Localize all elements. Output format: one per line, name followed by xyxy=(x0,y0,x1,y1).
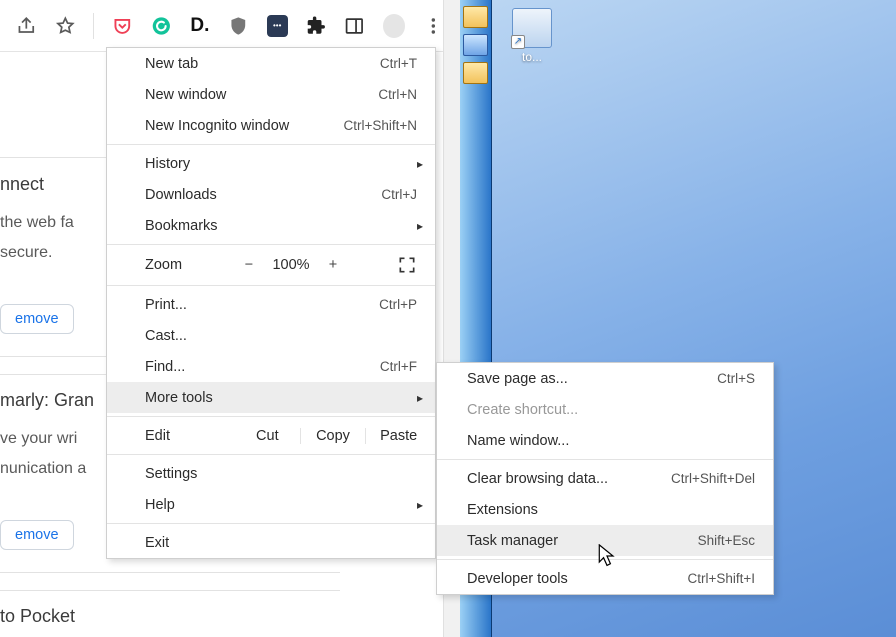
desktop-shortcut[interactable]: ↗ to... xyxy=(500,8,564,64)
card-heading: to Pocket xyxy=(0,606,75,627)
menu-separator xyxy=(437,459,773,460)
submenu-clear-browsing-data[interactable]: Clear browsing data...Ctrl+Shift+Del xyxy=(437,463,773,494)
zoom-label: Zoom xyxy=(145,257,235,273)
sidepanel-icon[interactable] xyxy=(344,15,365,37)
grammarly-icon[interactable] xyxy=(151,15,172,37)
card-heading: marly: Gran xyxy=(0,390,94,411)
menu-edit-row: Edit Cut Copy Paste xyxy=(107,420,435,451)
remove-button[interactable]: emove xyxy=(0,304,74,334)
taskbar-button[interactable] xyxy=(463,6,488,28)
menu-separator xyxy=(107,454,435,455)
card-text: the web fa xyxy=(0,214,74,232)
menu-settings[interactable]: Settings xyxy=(107,458,435,489)
pocket-icon[interactable] xyxy=(112,15,133,37)
share-icon[interactable] xyxy=(16,15,37,37)
taskbar-button[interactable] xyxy=(463,34,488,56)
bitwarden-icon[interactable]: ••• xyxy=(267,15,288,37)
menu-new-window[interactable]: New windowCtrl+N xyxy=(107,79,435,110)
menu-new-incognito[interactable]: New Incognito windowCtrl+Shift+N xyxy=(107,110,435,141)
extensions-puzzle-icon[interactable] xyxy=(306,15,327,37)
card-text: nunication a xyxy=(0,460,86,478)
menu-more-tools[interactable]: More tools xyxy=(107,382,435,413)
menu-separator xyxy=(107,523,435,524)
kebab-menu-icon[interactable] xyxy=(423,15,444,37)
card-text: ve your wri xyxy=(0,430,77,448)
submenu-name-window[interactable]: Name window... xyxy=(437,425,773,456)
profile-avatar[interactable] xyxy=(383,14,406,38)
mouse-cursor-icon xyxy=(598,544,616,568)
shortcut-label: to... xyxy=(522,50,542,64)
darkreader-d-icon[interactable]: D. xyxy=(190,15,211,37)
cut-button[interactable]: Cut xyxy=(235,428,300,444)
menu-find[interactable]: Find...Ctrl+F xyxy=(107,351,435,382)
menu-downloads[interactable]: DownloadsCtrl+J xyxy=(107,179,435,210)
menu-print[interactable]: Print...Ctrl+P xyxy=(107,289,435,320)
menu-separator xyxy=(107,244,435,245)
submenu-create-shortcut: Create shortcut... xyxy=(437,394,773,425)
remove-button[interactable]: emove xyxy=(0,520,74,550)
shortcut-overlay-icon: ↗ xyxy=(511,35,525,49)
copy-button[interactable]: Copy xyxy=(300,428,366,444)
zoom-percent: 100% xyxy=(263,257,319,273)
paste-button[interactable]: Paste xyxy=(365,428,431,444)
chrome-main-menu: New tabCtrl+T New windowCtrl+N New Incog… xyxy=(106,47,436,559)
menu-separator xyxy=(107,285,435,286)
menu-cast[interactable]: Cast... xyxy=(107,320,435,351)
shortcut-icon: ↗ xyxy=(512,8,552,48)
browser-toolbar: D. ••• xyxy=(0,0,460,52)
taskbar-button[interactable] xyxy=(463,62,488,84)
menu-separator xyxy=(107,416,435,417)
submenu-save-page-as[interactable]: Save page as...Ctrl+S xyxy=(437,363,773,394)
toolbar-separator xyxy=(93,13,94,39)
ublock-icon[interactable] xyxy=(228,15,249,37)
menu-history[interactable]: History xyxy=(107,148,435,179)
menu-exit[interactable]: Exit xyxy=(107,527,435,558)
star-icon[interactable] xyxy=(55,15,76,37)
zoom-out-button[interactable]: − xyxy=(235,257,263,273)
fullscreen-icon[interactable] xyxy=(397,255,417,275)
menu-zoom-row: Zoom − 100% + xyxy=(107,248,435,282)
edit-label: Edit xyxy=(145,428,235,444)
menu-new-tab[interactable]: New tabCtrl+T xyxy=(107,48,435,79)
card-heading: nnect xyxy=(0,174,44,195)
card-text: secure. xyxy=(0,244,52,262)
menu-separator xyxy=(107,144,435,145)
submenu-extensions[interactable]: Extensions xyxy=(437,494,773,525)
menu-help[interactable]: Help xyxy=(107,489,435,520)
zoom-in-button[interactable]: + xyxy=(319,257,347,273)
menu-bookmarks[interactable]: Bookmarks xyxy=(107,210,435,241)
